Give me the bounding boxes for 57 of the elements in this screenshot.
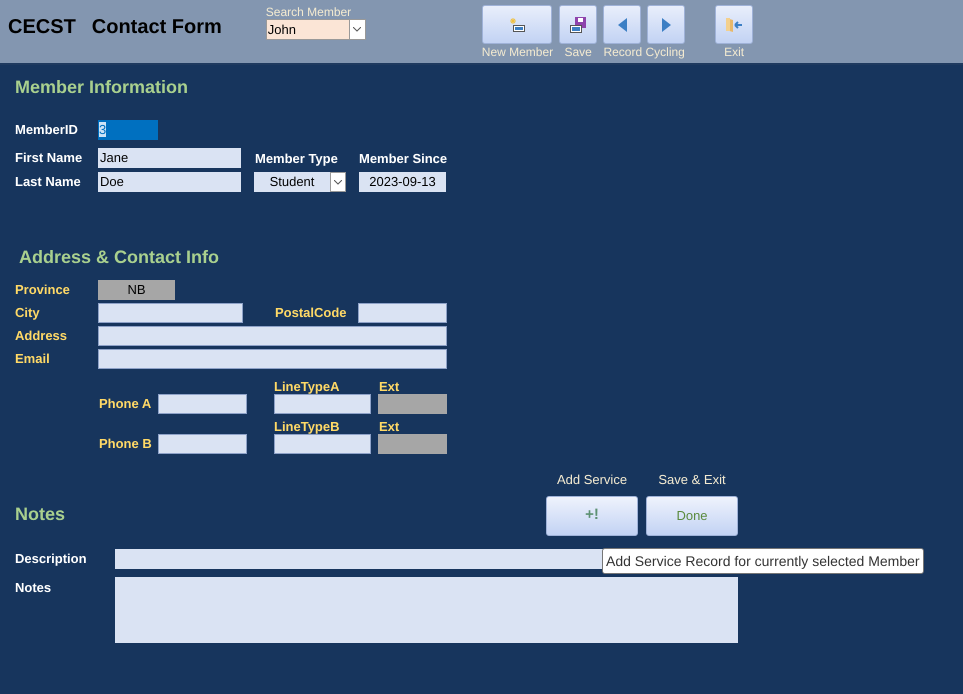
email-field[interactable] (98, 349, 447, 369)
field-label: Last Name (15, 173, 82, 192)
field-label: First Name (15, 149, 84, 168)
field-label: Address (15, 327, 68, 346)
toolbar-button[interactable] (559, 5, 598, 44)
field-label: LineTypeA (274, 379, 340, 394)
field-label: Email (15, 350, 51, 368)
field-label: PostalCode (275, 304, 348, 322)
chevron-down-icon (353, 27, 362, 32)
form-title: Contact Form (92, 15, 222, 40)
phone-field[interactable] (158, 434, 247, 454)
field-label: Ext (379, 379, 400, 394)
action-label: Add Service (556, 471, 628, 489)
new-record-icon (509, 18, 526, 32)
chevron-down-icon (334, 180, 342, 184)
field-label: LineTypeB (274, 419, 340, 434)
field-label: Province (15, 281, 71, 300)
toolbar-label: Save (564, 45, 592, 59)
postal-code-field[interactable] (358, 303, 447, 323)
section-heading: Member Information (15, 76, 190, 99)
field-label: Member Type (255, 150, 339, 168)
toolbar-button[interactable] (482, 5, 552, 44)
search-label: Search Member (266, 5, 352, 19)
section-heading: Address & Contact Info (19, 246, 220, 269)
action-label: Save & Exit (658, 471, 726, 489)
line-type-field[interactable] (274, 434, 371, 454)
exit-door-icon (725, 16, 744, 32)
field-label: City (15, 304, 41, 322)
field-label: Description (15, 550, 88, 568)
field-label: Member Since (359, 150, 446, 168)
tooltip: Add Service Record for currently selected Member (602, 548, 924, 574)
city-field[interactable] (98, 303, 243, 323)
first-name-field[interactable]: Jane (98, 148, 241, 168)
field-label: MemberID (15, 121, 79, 140)
notes-field[interactable] (115, 576, 738, 642)
toolbar-button[interactable] (603, 5, 642, 44)
phone-field[interactable] (158, 394, 247, 414)
right-triangle-icon (662, 18, 671, 32)
field-label: Phone B (99, 435, 153, 454)
member-since-field[interactable]: 2023-09-13 (359, 172, 446, 192)
last-name-field[interactable]: Doe (98, 172, 241, 192)
field-label: Notes (15, 578, 52, 596)
member-type-dropdown[interactable]: Student (254, 172, 346, 192)
line-type-field[interactable] (274, 394, 371, 414)
search-dropdown[interactable]: John (266, 19, 366, 40)
left-triangle-icon (618, 18, 627, 32)
save-icon (570, 16, 586, 32)
toolbar-label: Exit (724, 45, 744, 59)
toolbar-label: Record Cycling (603, 45, 685, 59)
section-heading: Notes (15, 502, 66, 526)
address-field[interactable] (98, 326, 447, 346)
app-name: CECST (8, 15, 76, 40)
toolbar-label: New Member (482, 45, 554, 59)
field-label: Ext (379, 419, 400, 434)
toolbar-button[interactable] (647, 5, 686, 44)
member-id-field[interactable]: 3 (98, 120, 158, 140)
field-label: Phone A (99, 395, 152, 414)
